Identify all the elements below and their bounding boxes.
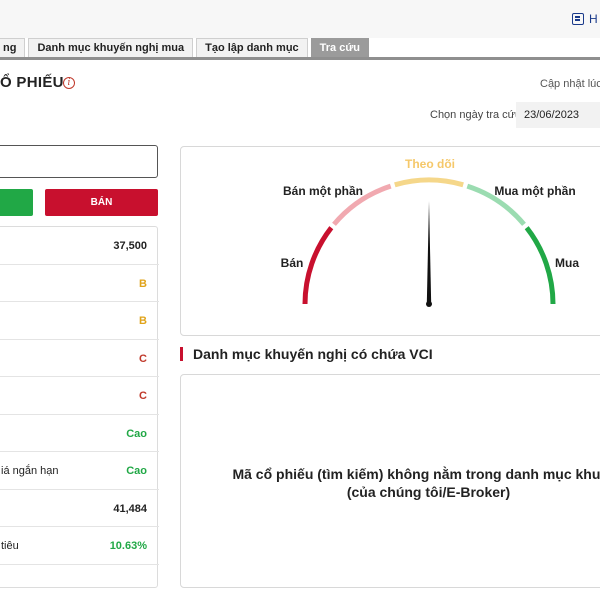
update-time-label: Cập nhật lúc: [540,78,600,90]
metric-row: Cao [0,415,159,452]
metric-row: iá ngắn hạn Cao [0,452,159,490]
sell-button[interactable]: BÁN [45,189,158,216]
not-in-portfolio-message: Mã cổ phiếu (tìm kiếm) không nằm trong d… [181,465,600,501]
gauge-needle-hub [426,301,432,307]
metric-label: iá ngắn hạn [1,465,59,477]
date-picker-label: Chọn ngày tra cứu [430,109,522,121]
recommendation-gauge: Theo dõi Bán một phần Mua một phần Bán M… [281,157,579,307]
gauge-label-buy: Mua [555,256,579,270]
gauge-segment-sell [302,226,334,305]
section-accent-bar [180,347,183,361]
metric-label: tiêu [1,540,19,552]
gauge-label-partial-sell: Bán một phần [283,184,363,198]
list-icon [572,13,584,25]
buy-button[interactable] [0,189,33,216]
date-picker-input[interactable] [516,102,600,128]
metric-row: C [0,340,159,377]
section-title: Danh mục khuyến nghị có chứa VCI [193,346,433,362]
metric-value: C [139,390,147,402]
tab-buy-recommendations[interactable]: Danh mục khuyến nghị mua [28,38,194,57]
metric-value: Cao [126,427,147,440]
metric-value: 10.63% [109,540,147,552]
metric-value: B [139,277,147,290]
notice-line-2: (của chúng tôi/E-Broker) [346,484,511,500]
metric-value: 37,500 [113,240,147,252]
metric-row: 41,484 [0,490,159,527]
metric-value: B [139,315,147,327]
metric-row: 37,500 [0,227,159,265]
help-link[interactable]: H [572,12,598,26]
tab-lookup[interactable]: Tra cứu [310,38,370,57]
metric-row: C [0,377,159,415]
notice-line-1: Mã cổ phiếu (tìm kiếm) không nằm trong d… [232,466,600,482]
page-title: Ổ PHIẾU [0,74,64,91]
tab-overview[interactable]: ng [0,38,26,57]
metric-value: Cao [126,465,147,477]
gauge-needle [426,201,432,304]
metric-row: tiêu 10.63% [0,527,159,565]
tab-underline [0,57,600,60]
gauge-label-partial-buy: Mua một phần [494,184,575,198]
metric-row: B [0,302,159,340]
gauge-label-sell: Bán [281,256,304,270]
gauge-label-watch: Theo dõi [405,157,455,171]
tab-create-portfolio[interactable]: Tạo lập danh mục [196,38,308,57]
metric-row: B [0,265,159,302]
portfolio-notice-card: Mã cổ phiếu (tìm kiếm) không nằm trong d… [180,374,600,588]
help-label: H [589,12,598,26]
metric-value: C [139,352,147,365]
info-icon[interactable]: i [63,77,75,89]
gauge-segment-buy [524,226,556,305]
metrics-panel: 37,500 B B C C Cao iá ngắn hạn Cao 41,484 tiêu 10.… [0,226,159,588]
stock-search-input[interactable] [0,145,158,178]
top-bar: H [0,0,600,38]
recommendation-gauge-card: Theo dõi Bán một phần Mua một phần Bán M… [180,146,600,336]
gauge-segment-watch [394,177,464,188]
tab-bar: ng Danh mục khuyến nghị mua Tạo lập danh… [0,38,600,57]
metric-value: 41,484 [113,502,147,515]
